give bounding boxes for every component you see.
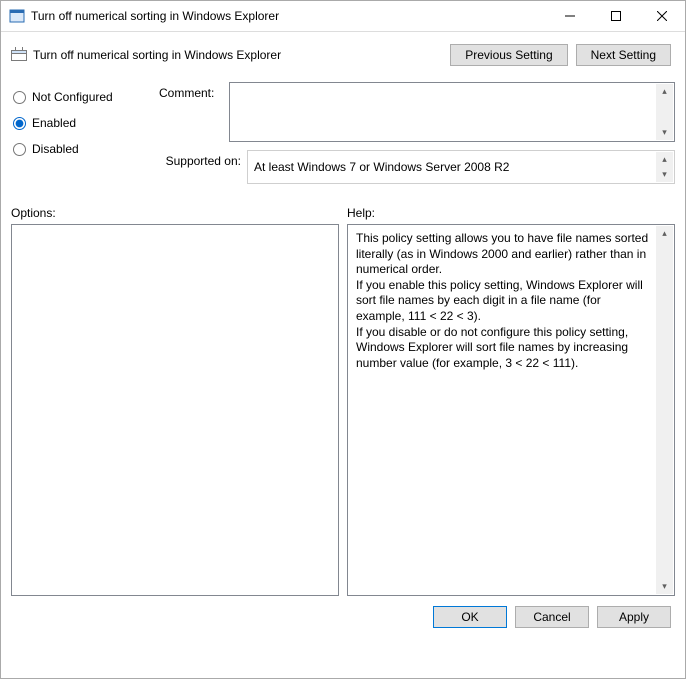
ok-button[interactable]: OK [433, 606, 507, 628]
window-title: Turn off numerical sorting in Windows Ex… [31, 9, 547, 23]
radio-disabled[interactable]: Disabled [11, 136, 159, 162]
options-label: Options: [11, 206, 339, 220]
radio-not-configured-label: Not Configured [32, 90, 113, 104]
maximize-button[interactable] [593, 1, 639, 31]
state-radio-group: Not Configured Enabled Disabled [11, 82, 159, 192]
scroll-up-icon: ▴ [662, 226, 667, 241]
minimize-button[interactable] [547, 1, 593, 31]
window-controls [547, 1, 685, 31]
supported-on-box: At least Windows 7 or Windows Server 200… [247, 150, 675, 184]
help-text: This policy setting allows you to have f… [356, 231, 650, 371]
help-pane: This policy setting allows you to have f… [347, 224, 675, 596]
radio-enabled-input[interactable] [13, 117, 26, 130]
apply-button[interactable]: Apply [597, 606, 671, 628]
radio-enabled[interactable]: Enabled [11, 110, 159, 136]
supported-scrollbar: ▴ ▾ [656, 152, 673, 182]
supported-on-value: At least Windows 7 or Windows Server 200… [254, 160, 509, 174]
scroll-up-icon: ▴ [662, 152, 667, 167]
radio-not-configured-input[interactable] [13, 91, 26, 104]
next-setting-button[interactable]: Next Setting [576, 44, 671, 66]
help-scrollbar[interactable]: ▴ ▾ [656, 226, 673, 594]
previous-setting-button[interactable]: Previous Setting [450, 44, 567, 66]
heading-row: Turn off numerical sorting in Windows Ex… [11, 38, 675, 72]
comment-textbox[interactable]: ▴ ▾ [229, 82, 675, 142]
options-pane [11, 224, 339, 596]
comment-label: Comment: [159, 82, 229, 142]
scroll-down-icon: ▾ [662, 125, 667, 140]
gpedit-icon [9, 8, 25, 24]
comment-scrollbar[interactable]: ▴ ▾ [656, 84, 673, 140]
heading-title: Turn off numerical sorting in Windows Ex… [33, 48, 450, 62]
radio-enabled-label: Enabled [32, 116, 76, 130]
radio-not-configured[interactable]: Not Configured [11, 84, 159, 110]
help-label: Help: [347, 206, 375, 220]
radio-disabled-label: Disabled [32, 142, 79, 156]
scroll-down-icon: ▾ [662, 167, 667, 182]
scroll-down-icon: ▾ [662, 579, 667, 594]
titlebar: Turn off numerical sorting in Windows Ex… [1, 1, 685, 32]
scroll-up-icon: ▴ [662, 84, 667, 99]
dialog-button-row: OK Cancel Apply [11, 596, 675, 628]
cancel-button[interactable]: Cancel [515, 606, 589, 628]
radio-disabled-input[interactable] [13, 143, 26, 156]
supported-label: Supported on: [159, 150, 247, 184]
close-button[interactable] [639, 1, 685, 31]
setting-icon [11, 47, 27, 63]
